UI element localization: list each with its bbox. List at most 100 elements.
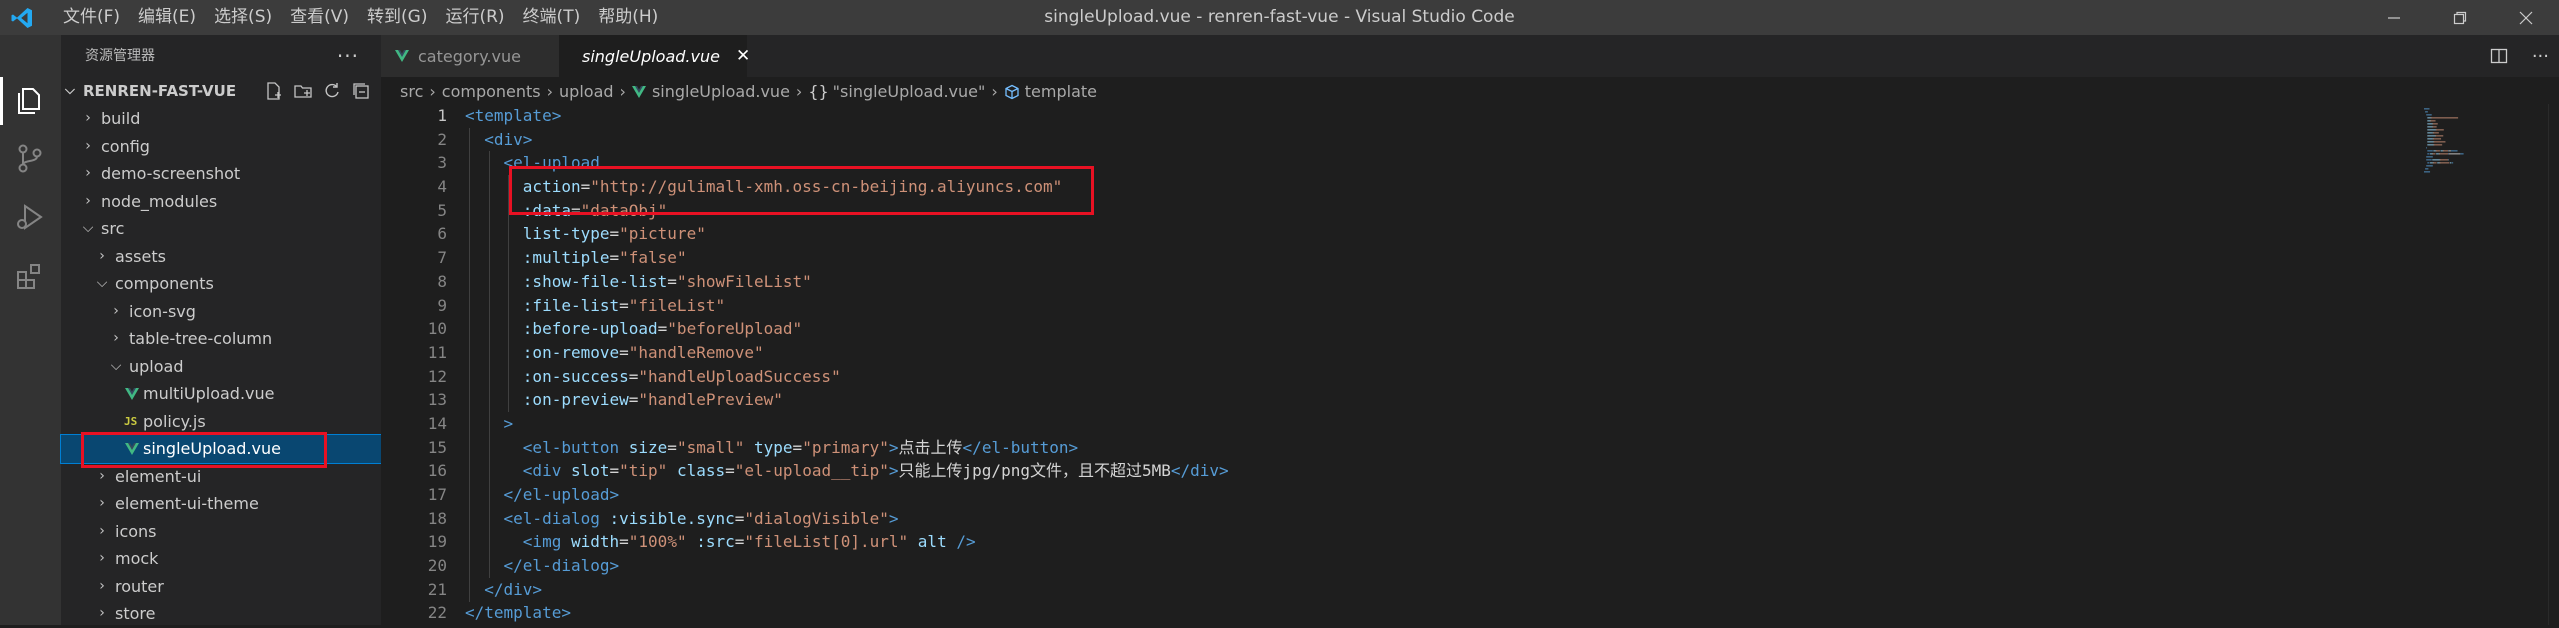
code-line[interactable]: :on-preview="handlePreview" xyxy=(465,388,1229,412)
title-bar: 文件(F) 编辑(E) 选择(S) 查看(V) 转到(G) 运行(R) 终端(T) 帮助(H)… xyxy=(0,0,2559,35)
more-actions-icon[interactable]: ··· xyxy=(337,35,359,77)
menu-item[interactable]: 编辑(E) xyxy=(129,0,205,35)
code-line[interactable]: <template> xyxy=(465,104,1229,128)
code-line[interactable]: <div slot="tip" class="el-upload__tip">只… xyxy=(465,459,1229,483)
code-token: :before-upload xyxy=(522,319,658,339)
code-line[interactable]: :on-success="handleUploadSuccess" xyxy=(465,365,1229,389)
code-line[interactable]: </template> xyxy=(465,601,1229,625)
project-header[interactable]: ⌵ RENREN-FAST-VUE xyxy=(61,77,381,105)
tree-folder[interactable]: ⌵ src xyxy=(61,215,381,243)
tree-folder[interactable]: › table-tree-column xyxy=(61,325,381,353)
tree-item-label: node_modules xyxy=(101,191,218,211)
code-line[interactable]: > xyxy=(465,412,1229,436)
code-line[interactable]: <div> xyxy=(465,128,1229,152)
minimap-stroke xyxy=(2448,159,2449,161)
code-line[interactable]: <img width="100%" :src="fileList[0].url"… xyxy=(465,530,1229,554)
code-line[interactable]: :multiple="false" xyxy=(465,246,1229,270)
activity-bar xyxy=(0,35,61,625)
new-folder-icon[interactable] xyxy=(293,81,313,101)
code-line[interactable]: :before-upload="beforeUpload" xyxy=(465,317,1229,341)
breadcrumb-item[interactable]: singleUpload.vue xyxy=(652,80,790,104)
tree-folder[interactable]: › router xyxy=(61,573,381,601)
tree-folder[interactable]: › build xyxy=(61,105,381,133)
code-line[interactable]: list-type="picture" xyxy=(465,222,1229,246)
tab-singleupload-vue[interactable]: singleUpload.vue ✕ xyxy=(559,35,750,77)
source-control-icon[interactable] xyxy=(13,141,47,175)
code-token: = xyxy=(628,366,639,386)
chevron-right-icon: › xyxy=(85,137,91,154)
tree-folder[interactable]: › store xyxy=(61,600,381,628)
code-token: alt xyxy=(917,532,947,552)
breadcrumb-item[interactable]: "singleUpload.vue" xyxy=(833,80,986,104)
close-window-button[interactable] xyxy=(2493,0,2559,35)
collapse-all-icon[interactable] xyxy=(351,81,371,101)
vertical-scrollbar[interactable] xyxy=(2548,104,2559,625)
refresh-icon[interactable] xyxy=(322,81,342,101)
minimap-stroke xyxy=(2448,150,2451,152)
tab-category-vue[interactable]: category.vue xyxy=(381,35,559,77)
minimap-stroke xyxy=(2433,138,2442,140)
close-icon xyxy=(2519,11,2533,24)
minimap-stroke xyxy=(2427,144,2434,146)
menu-item[interactable]: 终端(T) xyxy=(514,0,590,35)
more-actions-icon[interactable]: ··· xyxy=(2532,46,2549,67)
tree-folder[interactable]: ⌵ upload xyxy=(61,353,381,381)
minimap[interactable] xyxy=(2420,104,2550,354)
code-line[interactable]: </el-dialog> xyxy=(465,554,1229,578)
minimize-button[interactable] xyxy=(2361,0,2427,35)
tree-item-label: config xyxy=(101,136,150,156)
tree-folder[interactable]: › icons xyxy=(61,518,381,546)
tree-folder[interactable]: › config xyxy=(61,133,381,161)
tree-item-label: element-ui-theme xyxy=(115,494,259,513)
breadcrumb: src › components › upload › singleUpload… xyxy=(400,80,1097,104)
tree-folder[interactable]: › mock xyxy=(61,545,381,573)
code-line[interactable]: :show-file-list="showFileList" xyxy=(465,270,1229,294)
line-number: 9 xyxy=(437,295,447,315)
menu-item[interactable]: 转到(G) xyxy=(358,0,436,35)
files-icon[interactable] xyxy=(13,83,47,117)
menu-item[interactable]: 帮助(H) xyxy=(589,0,667,35)
breadcrumb-item[interactable]: src xyxy=(400,80,423,104)
breadcrumb-item[interactable]: components xyxy=(442,80,541,104)
chevron-right-icon: › xyxy=(99,577,105,594)
code-line[interactable]: <el-dialog :visible.sync="dialogVisible"… xyxy=(465,507,1229,531)
tree-folder[interactable]: › assets xyxy=(61,243,381,271)
menu-item[interactable]: 查看(V) xyxy=(281,0,358,35)
menu-item[interactable]: 运行(R) xyxy=(436,0,513,35)
tree-folder[interactable]: › node_modules xyxy=(61,188,381,216)
split-editor-icon[interactable] xyxy=(2490,47,2508,65)
code-line[interactable]: </el-upload> xyxy=(465,483,1229,507)
minimap-stroke xyxy=(2449,162,2452,164)
code-line[interactable]: <el-button size="small" type="primary">点… xyxy=(465,436,1229,460)
tree-folder[interactable]: › icon-svg xyxy=(61,298,381,326)
tree-item-label: assets xyxy=(115,246,166,266)
tree-folder[interactable]: ⌵ components xyxy=(61,270,381,298)
tab-label: category.vue xyxy=(418,46,521,66)
menu-item[interactable]: 选择(S) xyxy=(205,0,281,35)
code-token: type xyxy=(754,437,793,457)
restore-button[interactable] xyxy=(2427,0,2493,35)
code-token: = xyxy=(628,390,639,410)
code-line[interactable]: </div> xyxy=(465,578,1229,602)
tree-folder[interactable]: › demo-screenshot xyxy=(61,160,381,188)
menu-item[interactable]: 文件(F) xyxy=(54,0,129,35)
run-debug-icon[interactable] xyxy=(13,200,47,234)
explorer-title: 资源管理器 xyxy=(85,48,155,64)
code-line[interactable]: :file-list="fileList" xyxy=(465,294,1229,318)
breadcrumb-item[interactable]: template xyxy=(1025,80,1097,104)
tree-folder[interactable]: › element-ui-theme xyxy=(61,490,381,518)
breadcrumb-item[interactable]: upload xyxy=(559,80,614,104)
new-file-icon[interactable] xyxy=(264,81,284,101)
chevron-right-icon: › xyxy=(429,82,436,101)
explorer-sidebar: 资源管理器 ··· ⌵ RENREN-FAST-VUE › build › confi… xyxy=(60,35,382,628)
tree-file[interactable]: multiUpload.vue xyxy=(61,380,381,408)
extensions-icon[interactable] xyxy=(13,259,47,293)
code-line[interactable]: :on-remove="handleRemove" xyxy=(465,341,1229,365)
tree-file[interactable]: JS policy.js xyxy=(61,408,381,436)
line-number: 1 xyxy=(437,106,447,125)
code-token: = xyxy=(734,532,745,552)
close-tab-icon[interactable]: ✕ xyxy=(736,46,750,66)
